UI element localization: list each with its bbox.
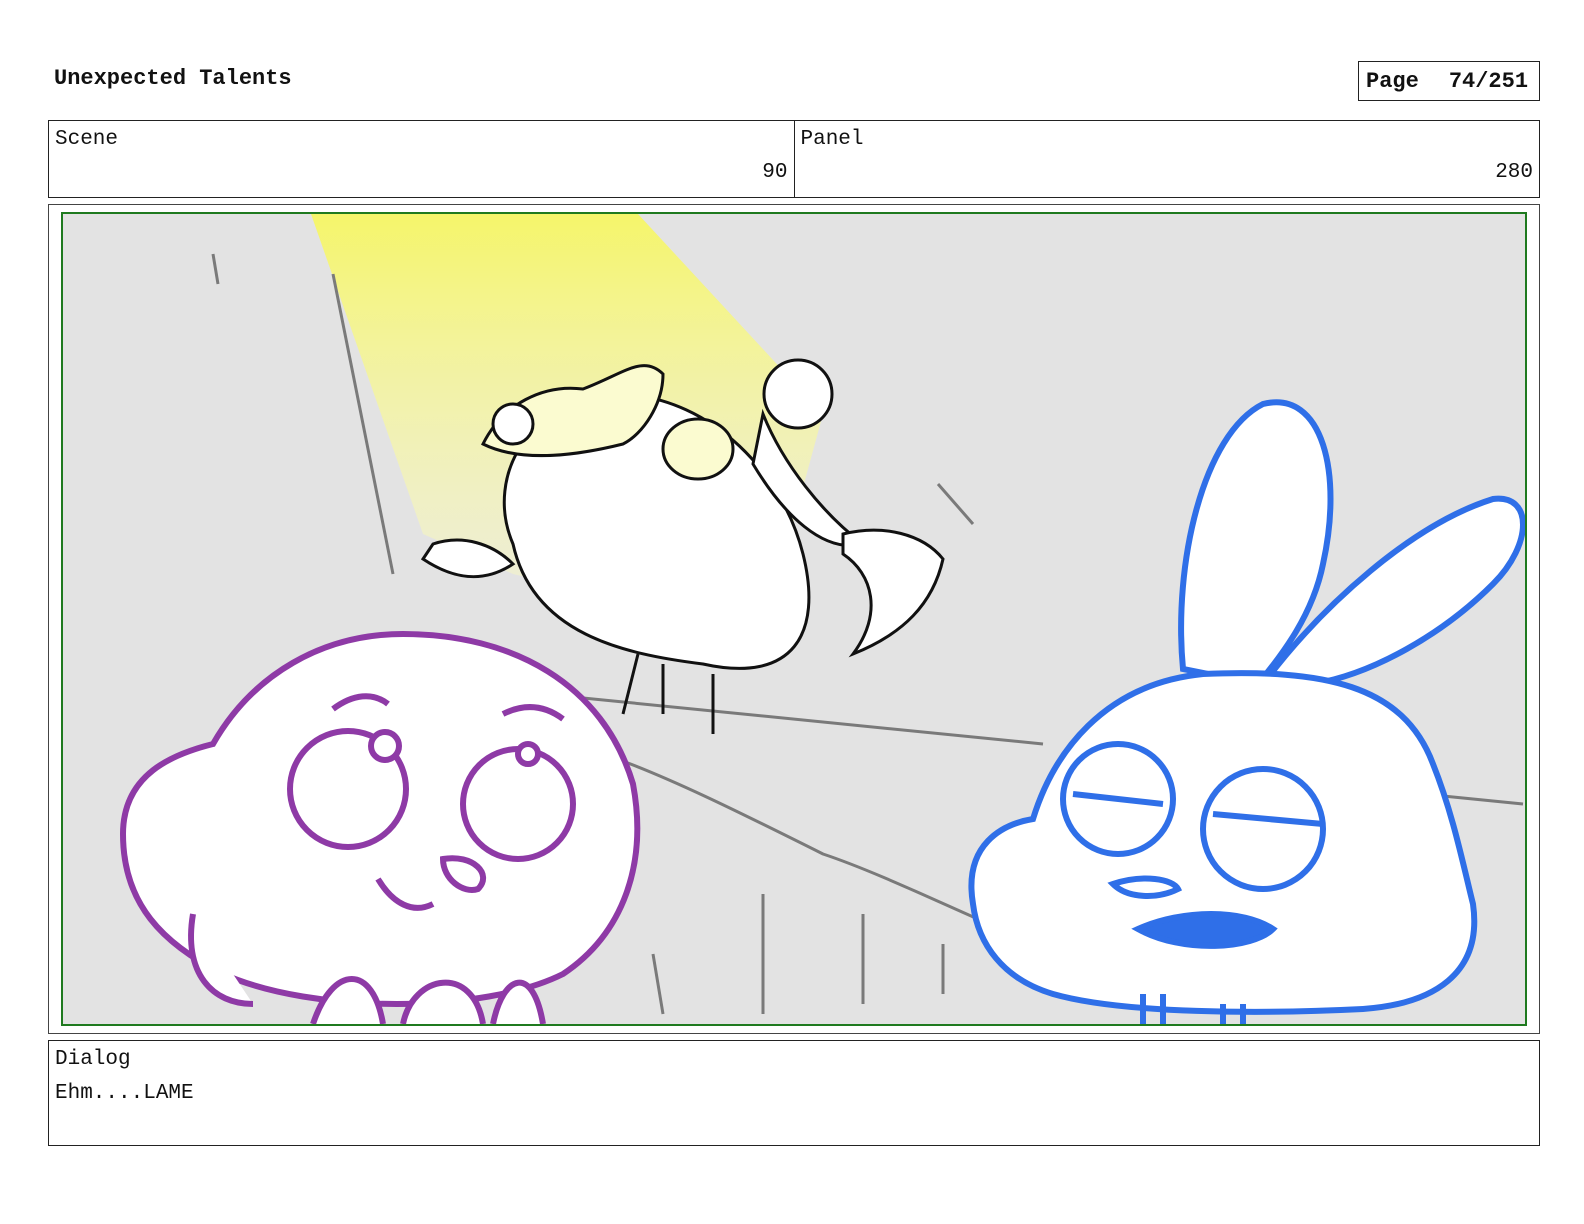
panel-frame [48, 204, 1540, 1034]
blue-bunny-character [968, 399, 1525, 1024]
scene-cell: Scene 90 [49, 121, 794, 197]
panel-cell: Panel 280 [793, 121, 1540, 197]
page-label: Page [1366, 68, 1419, 94]
dialog-text: Ehm....LAME [55, 1082, 194, 1105]
scene-panel-row: Scene 90 Panel 280 [48, 120, 1540, 198]
panel-artwork [61, 212, 1527, 1026]
scene-label: Scene [55, 128, 119, 151]
storyboard-sketch [119, 214, 1525, 1024]
page-indicator: Page 74/251 [1358, 61, 1540, 101]
scene-number: 90 [762, 161, 788, 184]
purple-character [119, 630, 641, 1024]
dialog-box: Dialog Ehm....LAME [48, 1040, 1540, 1146]
panel-number: 280 [1495, 161, 1533, 184]
storyboard-title: Unexpected Talents [54, 66, 292, 91]
panel-label: Panel [800, 128, 864, 151]
dialog-label: Dialog [55, 1048, 131, 1071]
page-number: 74/251 [1448, 68, 1529, 94]
